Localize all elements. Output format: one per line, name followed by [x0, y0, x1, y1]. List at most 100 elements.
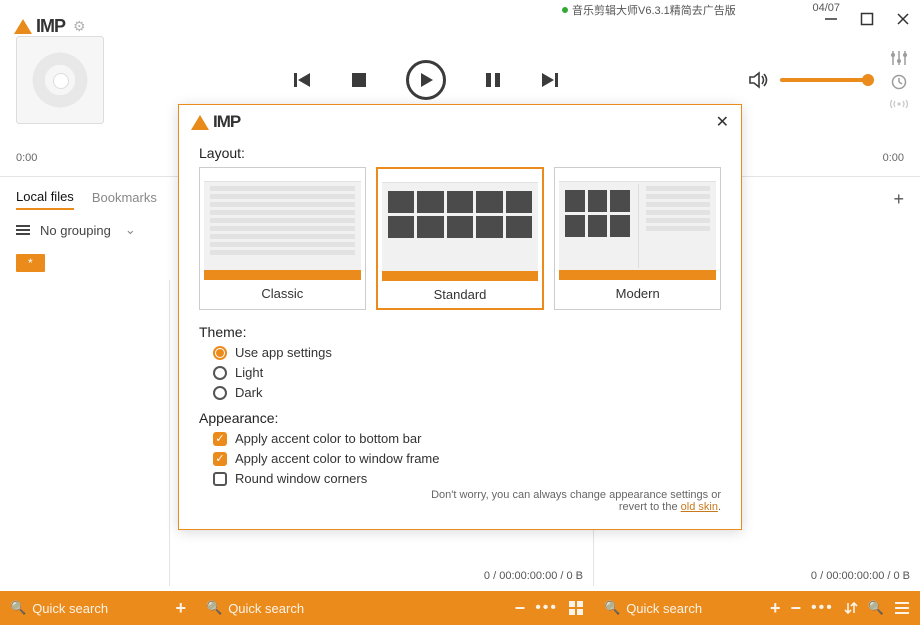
theme-dark-label: Dark	[235, 385, 262, 400]
clock-icon[interactable]	[891, 74, 907, 90]
quick-search-label: Quick search	[32, 601, 108, 616]
round-corners-label: Round window corners	[235, 471, 367, 486]
playlist-stats-middle: 0 / 00:00:00:00 / 0 B	[484, 570, 583, 582]
quick-search-label: Quick search	[626, 601, 702, 616]
playlist-stats-right: 0 / 00:00:00:00 / 0 B	[811, 570, 910, 582]
hint-post: .	[718, 501, 721, 513]
dialog-app-name: IMP	[213, 112, 240, 132]
remove-button-right[interactable]: −	[790, 598, 801, 619]
theme-section-label: Theme:	[199, 324, 721, 340]
chevron-down-icon: ⌄	[125, 222, 136, 238]
appearance-section-label: Appearance:	[199, 410, 721, 426]
menu-icon[interactable]	[894, 601, 910, 615]
tab-bookmarks[interactable]: Bookmarks	[92, 190, 157, 209]
dialog-close-button[interactable]: ✕	[716, 112, 729, 132]
transport-controls	[104, 60, 748, 100]
close-button[interactable]	[896, 12, 910, 26]
time-elapsed: 0:00	[16, 152, 37, 164]
app-name: IMP	[36, 16, 65, 37]
layout-options: Classic Standard	[199, 167, 721, 310]
dialog-body: Layout: Classic Standard	[179, 139, 741, 501]
layout-classic-preview	[204, 172, 361, 280]
bottom-bar-left: 🔍 Quick search +	[0, 591, 196, 625]
radio-icon	[213, 386, 227, 400]
appearance-hint: Don't worry, you can always change appea…	[421, 489, 721, 513]
side-toolbar	[890, 50, 908, 110]
radio-icon	[213, 346, 227, 360]
quick-search-right[interactable]: 🔍 Quick search	[604, 600, 760, 616]
radio-icon	[213, 366, 227, 380]
grid-view-icon[interactable]	[568, 600, 584, 616]
list-icon	[16, 225, 30, 235]
accent-frame-label: Apply accent color to window frame	[235, 451, 439, 466]
search-icon: 🔍	[604, 600, 620, 616]
layout-modern[interactable]: Modern	[554, 167, 721, 310]
hint-pre: Don't worry, you can always change appea…	[431, 489, 721, 513]
time-total: 0:00	[883, 152, 904, 164]
dialog-logo: IMP	[191, 112, 240, 132]
theme-light[interactable]: Light	[213, 365, 721, 380]
previous-button[interactable]	[292, 70, 312, 90]
window-controls	[824, 12, 910, 26]
album-art-placeholder[interactable]	[16, 36, 104, 124]
chip-all[interactable]: *	[16, 254, 45, 272]
next-button[interactable]	[540, 70, 560, 90]
theme-use-app-settings[interactable]: Use app settings	[213, 345, 721, 360]
layout-standard-label: Standard	[382, 287, 539, 302]
layout-classic-label: Classic	[204, 286, 361, 301]
search-icon: 🔍	[206, 600, 222, 616]
add-button-left[interactable]: +	[175, 598, 186, 619]
play-button[interactable]	[406, 60, 446, 100]
theme-app-label: Use app settings	[235, 345, 332, 360]
logo-triangle-icon	[191, 115, 209, 130]
minimize-button[interactable]	[824, 12, 838, 26]
volume-icon[interactable]	[748, 70, 770, 90]
old-skin-link[interactable]: old skin	[681, 501, 718, 513]
search-icon-right[interactable]: 🔍	[868, 600, 884, 616]
equalizer-icon[interactable]	[890, 50, 908, 66]
sort-icon[interactable]	[844, 601, 858, 615]
layout-modern-label: Modern	[559, 286, 716, 301]
checkbox-icon: ✓	[213, 432, 227, 446]
grouping-selector[interactable]: No grouping ⌄	[16, 222, 136, 238]
quick-search-left[interactable]: 🔍 Quick search	[10, 600, 165, 616]
layout-classic[interactable]: Classic	[199, 167, 366, 310]
layout-modern-preview	[559, 172, 716, 280]
add-tab-button[interactable]: +	[893, 189, 904, 210]
app-logo: IMP	[14, 16, 65, 37]
appearance-round-corners[interactable]: Round window corners	[213, 471, 721, 486]
volume-control	[748, 70, 870, 90]
bottom-bar-right: 🔍 Quick search + − ••• 🔍	[594, 591, 920, 625]
radio-icon[interactable]	[890, 98, 908, 110]
add-button-right[interactable]: +	[770, 598, 781, 619]
dialog-header: IMP ✕	[179, 105, 741, 139]
filter-chips: *	[16, 255, 45, 270]
appearance-dialog: IMP ✕ Layout: Classic	[178, 104, 742, 530]
search-icon: 🔍	[10, 600, 26, 616]
checkbox-icon	[213, 472, 227, 486]
quick-search-label: Quick search	[228, 601, 304, 616]
pause-button[interactable]	[484, 71, 502, 89]
layout-section-label: Layout:	[199, 145, 721, 161]
theme-dark[interactable]: Dark	[213, 385, 721, 400]
appearance-accent-bottom[interactable]: ✓ Apply accent color to bottom bar	[213, 431, 721, 446]
accent-bottom-label: Apply accent color to bottom bar	[235, 431, 421, 446]
volume-slider[interactable]	[780, 78, 870, 82]
stop-button[interactable]	[350, 71, 368, 89]
quick-search-middle[interactable]: 🔍 Quick search	[206, 600, 505, 616]
theme-light-label: Light	[235, 365, 263, 380]
layout-standard[interactable]: Standard	[376, 167, 545, 310]
left-pane	[0, 280, 170, 586]
grouping-label: No grouping	[40, 223, 111, 238]
maximize-button[interactable]	[860, 12, 874, 26]
app-window: 音乐剪辑大师V6.3.1精简去广告版 04/07 IMP ⚙	[0, 0, 920, 640]
appearance-accent-frame[interactable]: ✓ Apply accent color to window frame	[213, 451, 721, 466]
tab-local-files[interactable]: Local files	[16, 189, 74, 210]
layout-standard-preview	[382, 173, 539, 281]
checkbox-icon: ✓	[213, 452, 227, 466]
logo-triangle-icon	[14, 19, 32, 34]
settings-gear-icon[interactable]: ⚙	[73, 18, 86, 35]
more-button-right[interactable]: •••	[811, 599, 834, 617]
more-button[interactable]: •••	[535, 599, 558, 617]
remove-button[interactable]: −	[515, 598, 526, 619]
